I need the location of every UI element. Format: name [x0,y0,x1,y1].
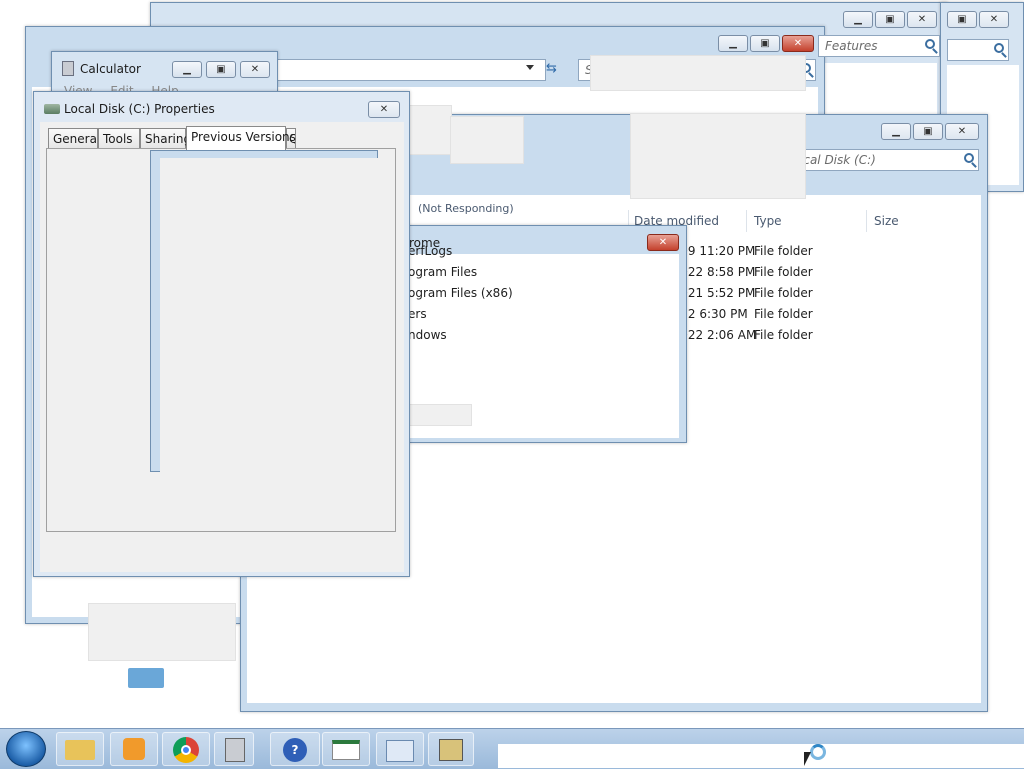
file-name[interactable]: ogram Files [408,265,477,279]
drive-icon [44,104,60,114]
close-button[interactable]: ✕ [647,234,679,251]
folder-icon [128,668,164,688]
maximize-button[interactable]: ▣ [750,35,780,52]
maximize-button[interactable]: ▣ [206,61,236,78]
inner-panel-client [160,158,378,472]
ghost-panel [88,603,236,661]
presentation-taskbar-icon[interactable] [322,732,370,766]
file-type: File folder [754,265,813,279]
ghost-panel [590,55,806,91]
calculator-icon [62,61,74,76]
features-search-input[interactable]: Features [818,35,940,57]
start-button[interactable] [6,731,46,767]
column-divider [866,210,867,232]
refresh-icon[interactable]: ⇆ [546,61,557,76]
close-button[interactable]: ✕ [240,61,270,78]
file-name[interactable]: ers [408,307,427,321]
tab-previous-versions[interactable]: Previous Versions [186,126,296,150]
printer-taskbar-icon[interactable] [428,732,474,766]
calculator-title: Calculator [80,62,141,76]
sort-hint: (Not Responding) [418,202,514,215]
maximize-button[interactable]: ▣ [947,11,977,28]
close-button[interactable]: ✕ [945,123,979,140]
file-name[interactable]: erfLogs [408,244,452,258]
placeholder-block [408,404,472,426]
arrow-cursor-icon [804,752,811,766]
close-button[interactable]: ✕ [979,11,1009,28]
calculator-taskbar-icon[interactable] [214,732,254,766]
minimize-button[interactable]: ▁ [843,11,873,28]
file-type: File folder [754,307,813,321]
file-type: File folder [754,286,813,300]
overlay-white [498,744,1024,768]
busy-cursor-icon [810,744,826,760]
file-type: File folder [754,244,813,258]
column-divider [746,210,747,232]
close-button[interactable]: ✕ [907,11,937,28]
minimize-button[interactable]: ▁ [172,61,202,78]
close-button[interactable]: ✕ [782,35,814,52]
address-bar[interactable] [276,59,546,81]
minimize-button[interactable]: ▁ [881,123,911,140]
minimize-button[interactable]: ▁ [718,35,748,52]
search-input[interactable]: ocal Disk (C:) [789,149,979,171]
chevron-down-icon[interactable] [526,65,534,70]
tab-page-lower [46,472,160,532]
window-taskbar-icon[interactable] [376,732,424,766]
maximize-button[interactable]: ▣ [875,11,905,28]
chrome-taskbar-icon[interactable] [162,732,210,766]
column-size[interactable]: Size [874,214,899,228]
ghost-panel [450,116,524,164]
search-icon [964,153,974,163]
column-type[interactable]: Type [754,214,782,228]
file-name[interactable]: ndows [408,328,447,342]
close-button[interactable]: ✕ [368,101,400,118]
maximize-button[interactable]: ▣ [913,123,943,140]
file-name[interactable]: ogram Files (x86) [408,286,513,300]
help-taskbar-icon[interactable]: ? [270,732,320,766]
search-icon [994,43,1004,53]
media-player-taskbar-icon[interactable] [110,732,158,766]
tab-tools[interactable]: Tools [98,128,140,148]
ghost-panel [630,113,806,199]
explorer-taskbar-icon[interactable] [56,732,104,766]
tab-general[interactable]: General [48,128,100,148]
properties-title: Local Disk (C:) Properties [64,102,215,116]
file-type: File folder [754,328,813,342]
tab-sharing[interactable]: Sharing [140,128,191,148]
search-input[interactable] [947,39,1009,61]
search-icon [925,39,935,49]
